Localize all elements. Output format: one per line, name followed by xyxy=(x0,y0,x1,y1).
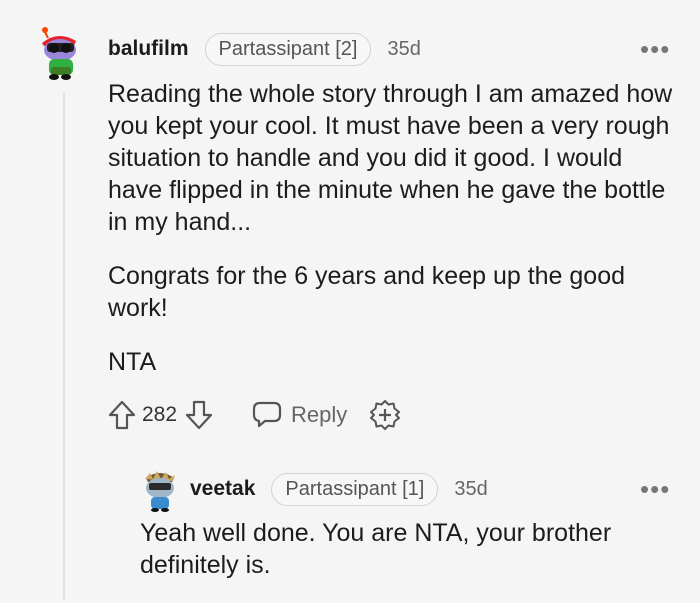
vote-count: 282 xyxy=(142,403,178,426)
comment-bubble-icon xyxy=(252,401,282,428)
timestamp[interactable]: 35d xyxy=(454,478,487,501)
user-flair: Partassipant [1] xyxy=(271,472,439,506)
reply-paragraph: Yeah well done. You are NTA, your brothe… xyxy=(140,519,612,579)
comment-paragraph: NTA xyxy=(108,348,157,376)
downvote-icon[interactable] xyxy=(185,399,213,431)
user-flair: Partassipant [2] xyxy=(204,32,372,66)
thread-line xyxy=(63,92,65,600)
more-options-icon[interactable]: ••• xyxy=(640,36,670,64)
reply-button[interactable]: Reply xyxy=(251,400,347,430)
reply-header: veetak Partassipant [1] 35d xyxy=(190,472,488,506)
comment-actions: 282 Reply xyxy=(108,395,401,435)
comment-paragraph: Congrats for the 6 years and keep up the… xyxy=(108,262,626,322)
more-options-icon[interactable]: ••• xyxy=(640,476,670,504)
username[interactable]: veetak xyxy=(190,477,255,501)
reply-body: Yeah well done. You are NTA, your brothe… xyxy=(140,517,685,603)
comment-body: Reading the whole story through I am ama… xyxy=(108,78,678,400)
avatar[interactable] xyxy=(34,26,82,80)
comment-header: balufilm Partassipant [2] 35d xyxy=(108,32,421,66)
reply-label: Reply xyxy=(291,402,348,427)
username[interactable]: balufilm xyxy=(108,37,189,61)
avatar[interactable] xyxy=(140,468,180,512)
comment-paragraph: Reading the whole story through I am ama… xyxy=(108,80,673,236)
upvote-icon[interactable] xyxy=(108,399,136,431)
timestamp[interactable]: 35d xyxy=(387,38,420,61)
add-award-icon xyxy=(370,400,401,430)
snoo-avatar-icon xyxy=(42,27,76,80)
award-button[interactable] xyxy=(369,399,401,431)
snoo-avatar-icon xyxy=(145,471,175,512)
